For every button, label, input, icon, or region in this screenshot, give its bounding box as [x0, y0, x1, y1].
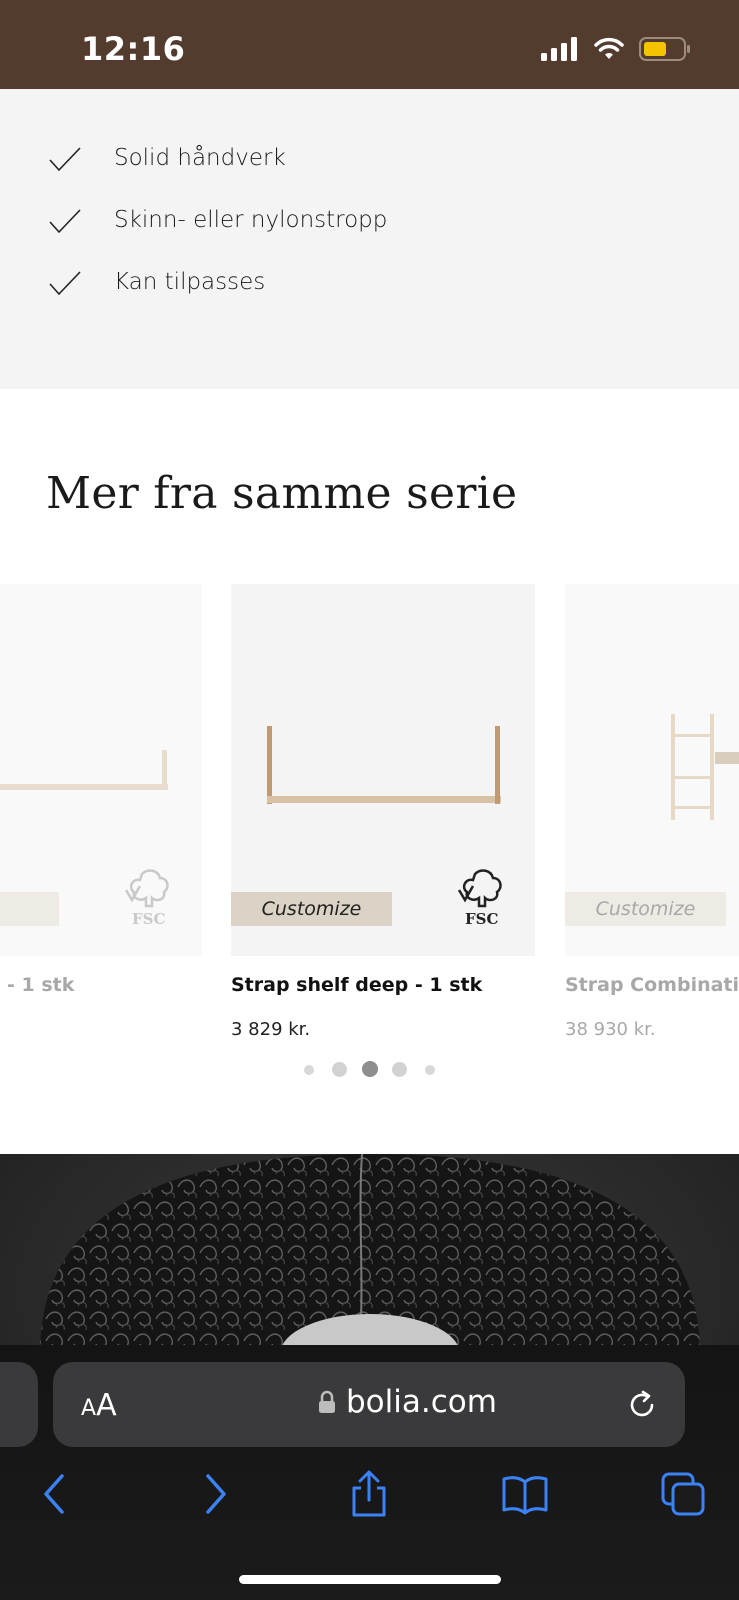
product-card[interactable]: Customize Strap Combination 38 930 kr.: [565, 584, 739, 1040]
carousel-pagination: [0, 1060, 739, 1080]
fsc-logo-icon: FSC: [124, 869, 169, 928]
svg-text:FSC: FSC: [132, 910, 165, 928]
reload-icon[interactable]: [625, 1388, 659, 1422]
status-icons: [541, 36, 691, 62]
product-price: 38 930 kr.: [565, 1019, 656, 1040]
address-bar[interactable]: AA bolia.com: [53, 1362, 685, 1447]
feature-item: Kan tilpasses: [48, 269, 265, 297]
product-card[interactable]: Customize FSC Strap shelf deep - 1 stk 3…: [231, 584, 535, 1040]
url-display[interactable]: bolia.com: [318, 1384, 497, 1420]
feature-label: Kan tilpasses: [114, 269, 266, 295]
pagination-dot-active[interactable]: [362, 1061, 378, 1077]
share-icon[interactable]: [345, 1470, 393, 1518]
fsc-logo-icon: FSC: [457, 869, 502, 928]
product-card[interactable]: ize FSC - 1 stk: [0, 584, 202, 996]
pagination-dot[interactable]: [304, 1065, 314, 1075]
checkmark-icon: [49, 209, 81, 234]
product-name[interactable]: Strap shelf deep - 1 stk: [231, 974, 482, 996]
tabs-icon[interactable]: [659, 1470, 707, 1518]
home-indicator[interactable]: [239, 1575, 501, 1584]
product-image[interactable]: Customize FSC: [231, 584, 535, 956]
customize-button[interactable]: Customize: [565, 892, 726, 926]
url-text: bolia.com: [346, 1384, 497, 1420]
battery-icon: [639, 37, 690, 61]
customize-label: ize: [0, 898, 1, 920]
customize-button[interactable]: ize: [0, 892, 59, 926]
customize-button[interactable]: Customize: [231, 892, 392, 926]
customize-label: Customize: [595, 898, 696, 920]
feature-item: Solid håndverk: [48, 145, 286, 173]
status-time: 12:16: [81, 30, 186, 68]
lock-icon: [319, 1390, 335, 1413]
pagination-dot[interactable]: [425, 1065, 435, 1075]
text-size-big-label: A: [96, 1388, 117, 1423]
feature-label: Solid håndverk: [114, 145, 286, 171]
text-size-button[interactable]: AA: [81, 1388, 117, 1423]
status-bar: 12:16: [0, 0, 739, 89]
product-name[interactable]: Strap Combination: [565, 974, 739, 996]
feature-item: Skinn- eller nylonstropp: [48, 207, 387, 235]
feature-list: Solid håndverk Skinn- eller nylonstropp …: [0, 89, 739, 389]
checkmark-icon: [49, 271, 81, 296]
product-price: 3 829 kr.: [231, 1019, 311, 1040]
svg-text:FSC: FSC: [465, 910, 498, 928]
product-name[interactable]: - 1 stk: [7, 974, 74, 996]
product-carousel[interactable]: ize FSC - 1 stk Customize FSC: [0, 584, 739, 1054]
text-size-small-label: A: [81, 1396, 97, 1421]
forward-icon[interactable]: [190, 1470, 238, 1518]
cellular-signal-icon: [541, 37, 577, 61]
pagination-dot[interactable]: [332, 1062, 347, 1077]
wifi-icon: [594, 37, 624, 59]
bookmarks-icon[interactable]: [501, 1470, 549, 1518]
customize-label: Customize: [261, 898, 362, 920]
product-image[interactable]: ize FSC: [0, 584, 202, 956]
product-image[interactable]: Customize: [565, 584, 739, 956]
browser-bottom-bar: AA bolia.com: [0, 1345, 739, 1600]
series-title: Mer fra samme serie: [46, 468, 518, 519]
previous-tab-pill[interactable]: [0, 1362, 38, 1447]
pagination-dot[interactable]: [392, 1062, 407, 1077]
checkmark-icon: [49, 147, 81, 172]
back-icon[interactable]: [32, 1470, 80, 1518]
feature-label: Skinn- eller nylonstropp: [114, 207, 388, 233]
